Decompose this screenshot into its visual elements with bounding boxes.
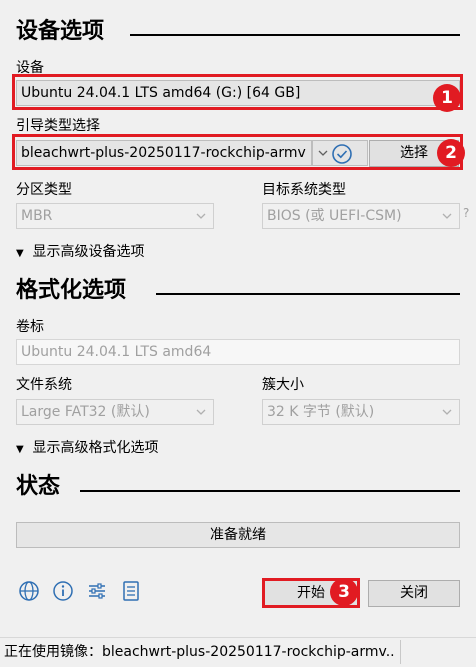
advanced-format-toggle-label: 显示高级格式化选项 [32,440,159,456]
cluster-size-value: 32 K 字节 (默认) [267,404,375,420]
partition-scheme-value: MBR [21,208,53,224]
chevron-down-icon [196,213,206,219]
boot-type-label: 引导类型选择 [16,118,100,134]
highlight-box-1 [12,74,463,110]
chevron-down-icon [442,409,452,415]
volume-label-value: Ubuntu 24.04.1 LTS amd64 [21,344,212,360]
cluster-size-combobox[interactable]: 32 K 字节 (默认) [262,399,460,425]
advanced-format-toggle[interactable]: ▼ 显示高级格式化选项 [16,439,158,459]
file-system-combobox[interactable]: Large FAT32 (默认) [16,399,214,425]
chevron-down-icon [196,409,206,415]
format-section-title: 格式化选项 [16,278,127,303]
close-button[interactable]: 关闭 [368,580,460,607]
advanced-device-toggle[interactable]: ▼ 显示高级设备选项 [16,243,144,263]
device-section-title: 设备选项 [16,19,105,44]
chevron-down-icon: ▼ [16,444,24,455]
file-system-value: Large FAT32 (默认) [21,404,150,420]
cluster-size-label: 簇大小 [262,377,304,393]
section-divider [80,490,460,492]
annotation-badge-3: 3 [330,578,358,606]
target-system-combobox[interactable]: BIOS (或 UEFI-CSM) [262,203,460,229]
section-divider [156,293,460,295]
status-bar-text: 正在使用镜像：bleachwrt-plus-20250117-rockchip-… [4,644,396,660]
chevron-down-icon [442,213,452,219]
section-divider [130,34,460,36]
target-system-value: BIOS (或 UEFI-CSM) [267,208,402,224]
log-icon[interactable] [119,579,143,603]
help-mark[interactable]: ? [463,206,469,220]
annotation-badge-2: 2 [437,139,465,167]
chevron-down-icon: ▼ [16,248,24,259]
target-system-label: 目标系统类型 [262,182,346,198]
partition-scheme-label: 分区类型 [16,182,72,198]
status-bar-divider [400,640,401,664]
file-system-label: 文件系统 [16,377,72,393]
status-text: 准备就绪 [210,527,266,543]
status-bar: 正在使用镜像：bleachwrt-plus-20250117-rockchip-… [0,637,476,667]
globe-icon[interactable] [17,579,41,603]
highlight-box-2 [12,134,463,170]
status-progress-bar: 准备就绪 [16,522,460,548]
volume-label-label: 卷标 [16,319,44,335]
annotation-badge-1: 1 [433,84,461,112]
settings-sliders-icon[interactable] [85,579,109,603]
info-icon[interactable] [51,579,75,603]
advanced-device-toggle-label: 显示高级设备选项 [32,244,145,260]
volume-label-input[interactable]: Ubuntu 24.04.1 LTS amd64 [16,339,460,365]
partition-scheme-combobox[interactable]: MBR [16,203,214,229]
status-section-title: 状态 [16,474,61,499]
